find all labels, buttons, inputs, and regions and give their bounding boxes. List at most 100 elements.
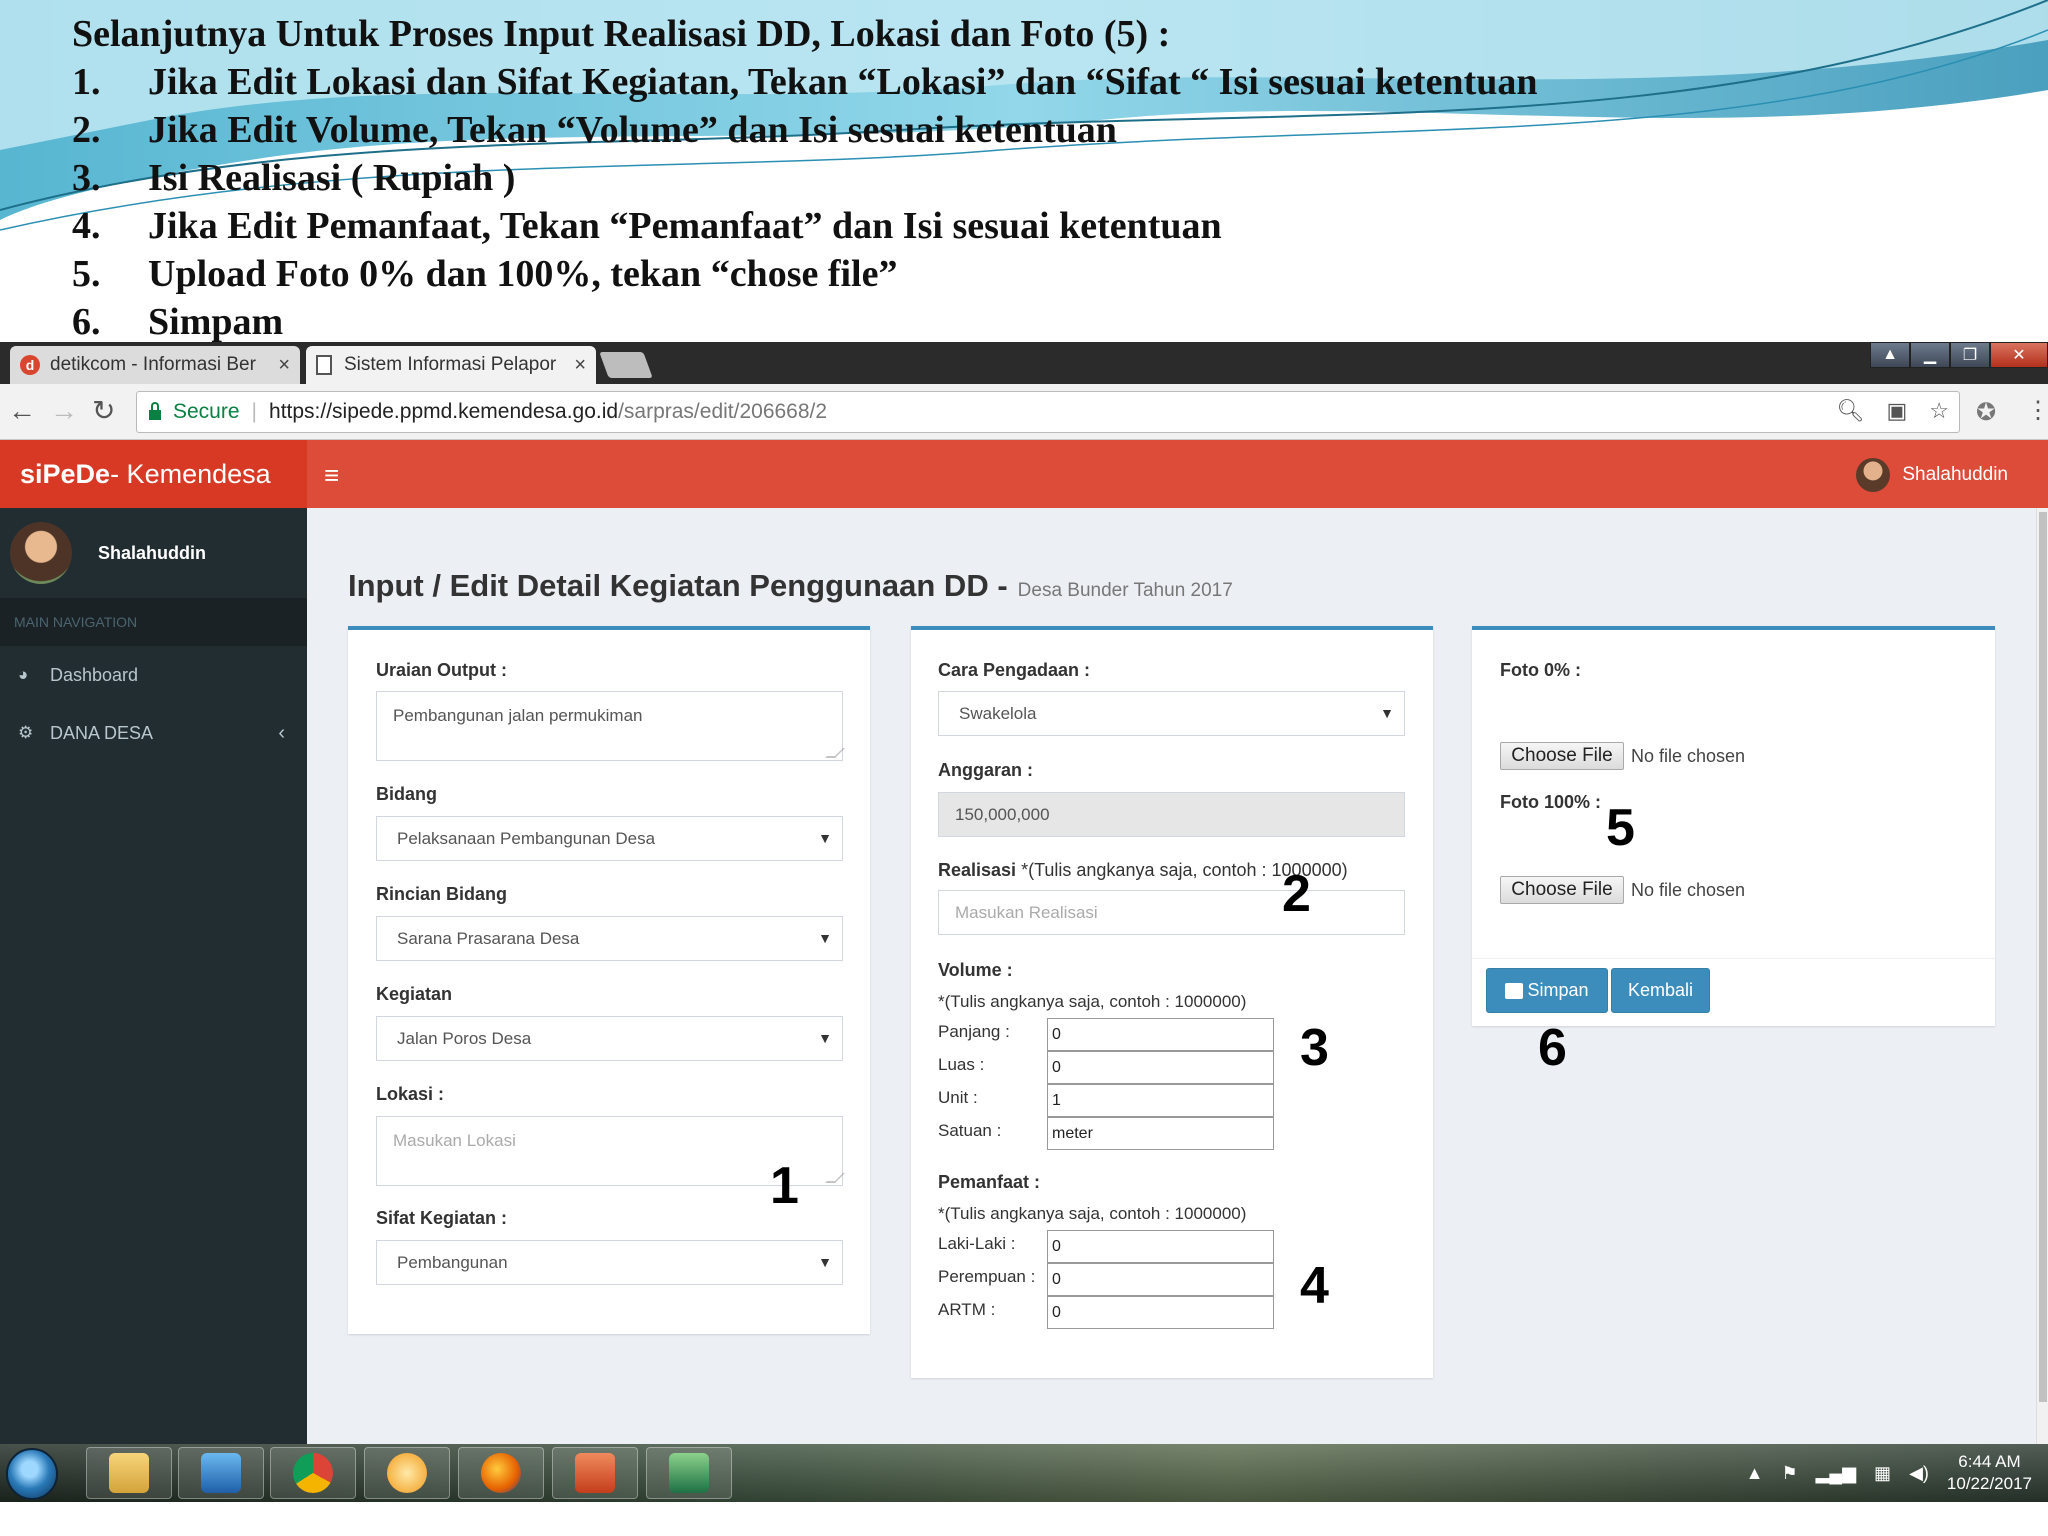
kegiatan-value: Jalan Poros Desa — [397, 1028, 532, 1048]
choose-file-foto0-button[interactable]: Choose File — [1500, 742, 1624, 770]
sifat-label: Sifat Kegiatan : — [376, 1208, 508, 1228]
url-divider: | — [251, 400, 258, 423]
sidebar-item-dana-desa[interactable]: ⚙ DANA DESA ‹ — [0, 704, 307, 762]
step-number: 2. — [72, 109, 101, 151]
uraian-label: Uraian Output : — [376, 660, 507, 680]
uraian-output-textarea[interactable]: Pembangunan jalan permukiman — [376, 691, 845, 761]
excel-icon — [669, 1453, 709, 1493]
top-navbar: siPeDe - Kemendesa ≡ Shalahuddin — [0, 440, 2048, 508]
cara-value: Swakelola — [959, 703, 1037, 723]
taskbar-firefox[interactable] — [458, 1447, 544, 1499]
bookmark-star-icon[interactable]: ☆ — [1929, 398, 1949, 424]
close-tab-icon[interactable]: × — [278, 354, 290, 377]
nav-header: MAIN NAVIGATION — [0, 598, 307, 646]
translate-icon[interactable]: ▣ — [1886, 398, 1907, 424]
taskbar-chrome[interactable] — [270, 1447, 356, 1499]
secure-label: Secure — [173, 400, 240, 423]
system-tray: ▲ ⚑ ▂▄▆ ▦ ◀) 6:44 AM 10/22/2017 — [1746, 1444, 2048, 1502]
close-window-icon[interactable]: ✕ — [1990, 342, 2048, 368]
unit-label: Unit : — [938, 1088, 978, 1107]
rincian-bidang-select[interactable]: Sarana Prasarana Desa ▼ — [376, 916, 843, 961]
extension-icon[interactable]: ✪ — [1976, 398, 1996, 427]
artm-input[interactable]: 0 — [1047, 1296, 1274, 1329]
foto0-label: Foto 0% : — [1500, 660, 1581, 680]
foto0-status: No file chosen — [1631, 746, 1746, 766]
avatar — [1856, 458, 1891, 492]
slide-step: 2. Jika Edit Volume, Tekan “Volume” dan I… — [72, 106, 1538, 154]
luas-input[interactable]: 0 — [1047, 1051, 1274, 1084]
taskbar-clock[interactable]: 6:44 AM 10/22/2017 — [1947, 1451, 2032, 1495]
tab-label: Sistem Informasi Pelapor — [344, 354, 557, 375]
slide-title: Selanjutnya Untuk Proses Input Realisasi… — [72, 13, 1171, 55]
url-field[interactable]: Secure | https://sipede.ppmd.kemendesa.g… — [136, 391, 1960, 433]
taskbar-media-player[interactable] — [178, 1447, 264, 1499]
anggaran-value: 150,000,000 — [955, 804, 1050, 824]
lock-icon — [149, 402, 161, 420]
url-path: /sarpras/edit/206668/2 — [618, 400, 828, 423]
avatar — [10, 522, 72, 584]
zoom-icon[interactable]: 🔍︎ — [1837, 398, 1865, 424]
perempuan-input[interactable]: 0 — [1047, 1263, 1274, 1296]
page-scrollbar[interactable] — [2036, 508, 2048, 1444]
kegiatan-label: Kegiatan — [376, 984, 453, 1004]
realisasi-input[interactable]: Masukan Realisasi — [938, 890, 1405, 935]
sifat-kegiatan-select[interactable]: Pembangunan ▼ — [376, 1240, 843, 1285]
sidebar-item-dashboard[interactable]: ◕ Dashboard — [0, 646, 307, 704]
panjang-input[interactable]: 0 — [1047, 1018, 1274, 1051]
user-menu-name: Shalahuddin — [1902, 464, 2008, 485]
resize-grip-icon[interactable] — [825, 1173, 845, 1183]
chrome-icon — [293, 1453, 333, 1493]
user-icon[interactable]: ▲ — [1870, 342, 1910, 368]
choose-file-foto100-button[interactable]: Choose File — [1500, 876, 1624, 904]
taskbar-excel[interactable] — [646, 1447, 732, 1499]
taskbar-app[interactable] — [364, 1447, 450, 1499]
back-arrow-icon[interactable]: ← — [8, 396, 36, 426]
volume-label: Volume : — [938, 960, 1013, 980]
action-center-flag-icon[interactable]: ⚑ — [1781, 1463, 1797, 1484]
step-text: Upload Foto 0% dan 100%, tekan “chose fi… — [148, 253, 898, 295]
signal-icon[interactable]: ▂▄▆ — [1816, 1463, 1856, 1484]
dropdown-arrow-icon: ▼ — [818, 929, 832, 946]
taskbar-powerpoint[interactable] — [552, 1447, 638, 1499]
app-logo[interactable]: siPeDe - Kemendesa — [0, 440, 307, 508]
forward-arrow-icon[interactable]: → — [50, 396, 78, 426]
step-marker-3: 3 — [1300, 1019, 1329, 1077]
close-tab-icon[interactable]: × — [574, 354, 586, 377]
dropdown-arrow-icon: ▼ — [818, 1253, 832, 1270]
new-tab-button[interactable] — [599, 352, 653, 378]
cara-pengadaan-select[interactable]: Swakelola ▼ — [938, 691, 1405, 736]
volume-icon[interactable]: ◀) — [1909, 1463, 1929, 1484]
print-icon — [1505, 982, 1524, 999]
tab-detikcom[interactable]: d detikcom - Informasi Ber × — [10, 346, 300, 384]
dropdown-arrow-icon: ▼ — [1380, 704, 1394, 721]
satuan-input[interactable]: meter — [1047, 1117, 1274, 1150]
unit-input[interactable]: 1 — [1047, 1084, 1274, 1117]
browser-menu-icon[interactable]: ⋮ — [2026, 396, 2048, 425]
step-text: Simpam — [148, 301, 284, 342]
scrollbar-thumb[interactable] — [2039, 512, 2047, 1402]
simpan-label: Simpan — [1527, 980, 1589, 1000]
resize-grip-icon[interactable] — [825, 748, 845, 758]
sidebar-toggle-icon[interactable]: ≡ — [324, 460, 339, 491]
kembali-button[interactable]: Kembali — [1611, 968, 1710, 1013]
start-button[interactable] — [6, 1448, 58, 1500]
box-footer-divider — [1472, 958, 1995, 959]
taskbar-explorer[interactable] — [86, 1447, 172, 1499]
reload-icon[interactable]: ↻ — [92, 396, 115, 426]
tray-expand-icon[interactable]: ▲ — [1746, 1463, 1764, 1484]
bidang-select[interactable]: Pelaksanaan Pembangunan Desa ▼ — [376, 816, 843, 861]
step-number: 5. — [72, 253, 101, 295]
laki-laki-input[interactable]: 0 — [1047, 1230, 1274, 1263]
minimize-icon[interactable]: ▁ — [1910, 342, 1950, 368]
step-text: Jika Edit Lokasi dan Sifat Kegiatan, Tek… — [148, 61, 1538, 103]
network-icon[interactable]: ▦ — [1874, 1463, 1891, 1484]
maximize-icon[interactable]: ❐ — [1950, 342, 1990, 368]
app-window: siPeDe - Kemendesa ≡ Shalahuddin Shalahu… — [0, 440, 2048, 1444]
step-text: Jika Edit Pemanfaat, Tekan “Pemanfaat” d… — [148, 205, 1222, 247]
step-text: Jika Edit Volume, Tekan “Volume” dan Isi… — [148, 109, 1117, 151]
kegiatan-select[interactable]: Jalan Poros Desa ▼ — [376, 1016, 843, 1061]
user-menu[interactable]: Shalahuddin — [1856, 458, 2008, 492]
tab-label: detikcom - Informasi Ber — [50, 354, 256, 375]
simpan-button[interactable]: Simpan — [1486, 968, 1608, 1013]
tab-sistem-informasi[interactable]: Sistem Informasi Pelapor × — [306, 346, 596, 384]
